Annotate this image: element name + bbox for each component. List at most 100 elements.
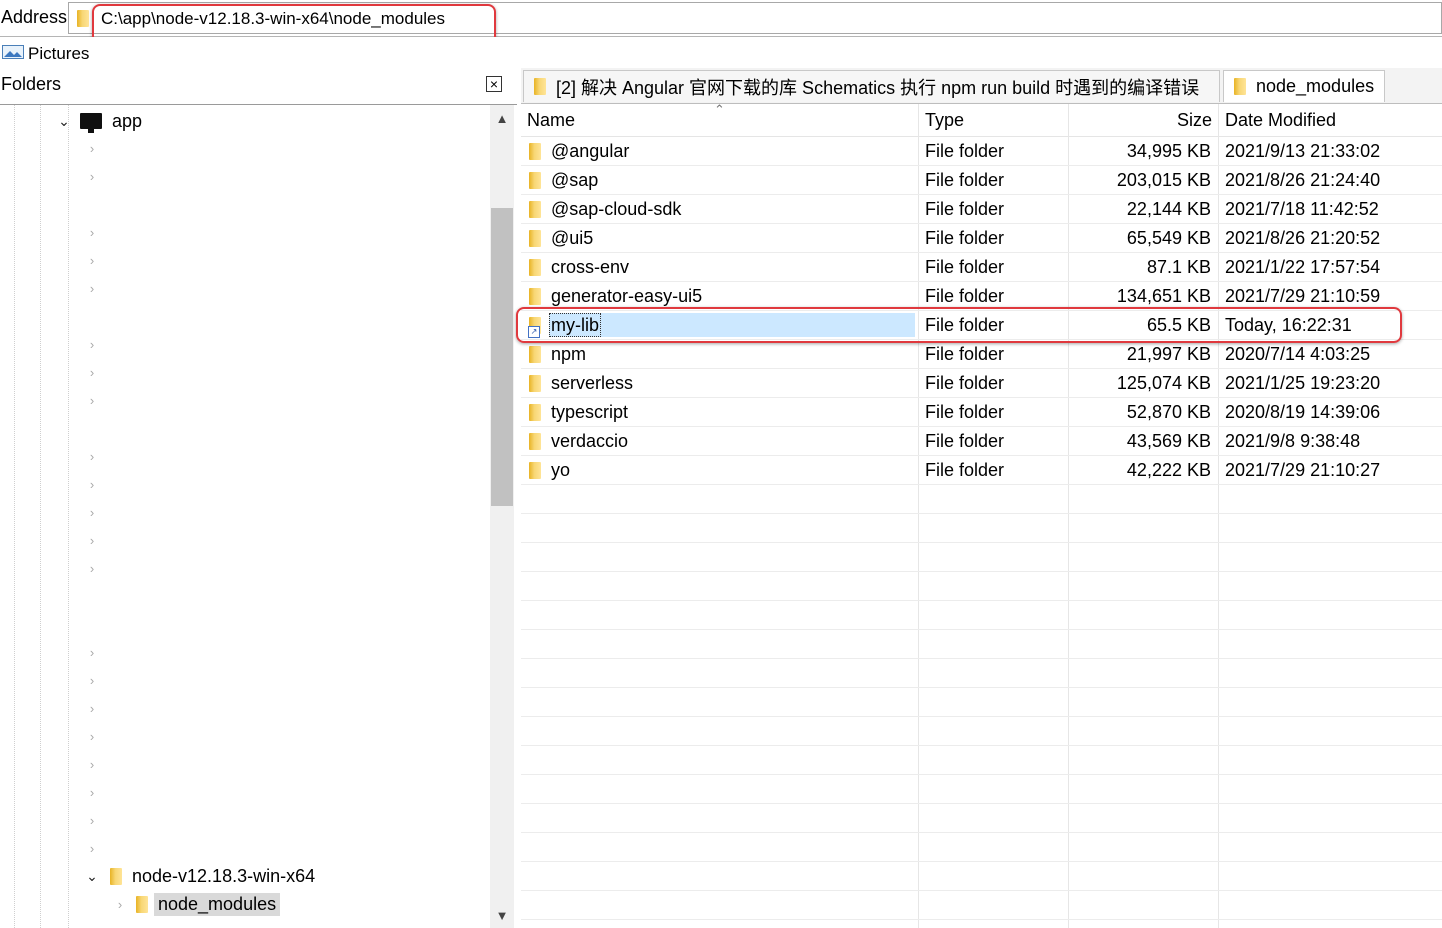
tree-item-app[interactable]: ⌄ app — [56, 107, 146, 135]
item-type: File folder — [925, 344, 1005, 364]
item-name: npm — [551, 344, 587, 364]
address-label: Address — [1, 7, 68, 27]
folder-icon — [77, 10, 89, 27]
list-item[interactable]: @ui5 File folder 65,549 KB 2021/8/26 21:… — [521, 224, 1442, 253]
item-size: 134,651 KB — [1116, 286, 1211, 306]
item-name: generator-easy-ui5 — [551, 286, 703, 306]
empty-row — [521, 688, 1442, 717]
folder-icon — [529, 201, 541, 218]
folder-icon — [529, 143, 541, 160]
tab-node-modules[interactable]: node_modules — [1223, 70, 1385, 102]
chevron-right-icon[interactable]: › — [84, 785, 100, 800]
item-date: 2021/9/8 9:38:48 — [1225, 431, 1361, 451]
item-name: typescript — [551, 402, 629, 422]
tab-label: node_modules — [1256, 76, 1375, 96]
folder-icon — [529, 433, 541, 450]
item-date: 2021/7/29 21:10:59 — [1225, 286, 1381, 306]
rename-input[interactable]: my-lib — [549, 313, 915, 337]
folder-icon — [529, 404, 541, 421]
chevron-right-icon[interactable]: › — [84, 365, 100, 380]
folder-icon — [529, 172, 541, 189]
list-item-renaming[interactable]: ↗ my-lib File folder 65.5 KB Today, 16:2… — [521, 311, 1442, 340]
chevron-right-icon[interactable]: › — [84, 477, 100, 492]
chevron-right-icon[interactable]: › — [84, 505, 100, 520]
list-item[interactable]: npm File folder 21,997 KB 2020/7/14 4:03… — [521, 340, 1442, 369]
empty-row — [521, 572, 1442, 601]
item-name: @sap-cloud-sdk — [551, 199, 682, 219]
item-type: File folder — [925, 257, 1005, 277]
tree-item-label: node_modules — [154, 892, 281, 916]
chevron-right-icon[interactable]: › — [84, 225, 100, 240]
tree-guide-line — [14, 105, 15, 928]
chevron-right-icon[interactable]: › — [84, 813, 100, 828]
list-item[interactable]: cross-env File folder 87.1 KB 2021/1/22 … — [521, 253, 1442, 282]
column-header-size[interactable]: Size — [1071, 110, 1212, 131]
chevron-right-icon[interactable]: › — [84, 729, 100, 744]
chevron-down-icon[interactable]: ⌄ — [56, 113, 72, 130]
list-item[interactable]: serverless File folder 125,074 KB 2021/1… — [521, 369, 1442, 398]
chevron-right-icon[interactable]: › — [84, 645, 100, 660]
chevron-right-icon[interactable]: › — [84, 169, 100, 184]
item-date: 2021/9/13 21:33:02 — [1225, 141, 1381, 161]
chevron-right-icon[interactable]: › — [84, 561, 100, 576]
item-size: 203,015 KB — [1116, 170, 1211, 190]
chevron-right-icon[interactable]: › — [84, 841, 100, 856]
chevron-right-icon[interactable]: › — [84, 701, 100, 716]
item-type: File folder — [925, 402, 1005, 422]
chevron-down-icon[interactable]: ⌄ — [84, 868, 100, 885]
column-header-type[interactable]: Type — [925, 110, 964, 131]
list-item[interactable]: @sap-cloud-sdk File folder 22,144 KB 202… — [521, 195, 1442, 224]
item-date: 2021/1/25 19:23:20 — [1225, 373, 1381, 393]
tree-item-label: app — [112, 110, 143, 131]
folder-icon — [529, 462, 541, 479]
tree-item-node-folder[interactable]: ⌄ node-v12.18.3-win-x64 — [84, 862, 319, 890]
item-date: 2020/7/14 4:03:25 — [1225, 344, 1371, 364]
list-item[interactable]: @angular File folder 34,995 KB 2021/9/13… — [521, 137, 1442, 166]
tree-item-label: node-v12.18.3-win-x64 — [132, 865, 316, 886]
tree-scrollbar[interactable]: ▲ ▼ — [490, 105, 514, 928]
chevron-right-icon[interactable]: › — [84, 337, 100, 352]
chevron-right-icon[interactable]: › — [84, 253, 100, 268]
chevron-right-icon[interactable]: › — [84, 449, 100, 464]
folder-icon — [534, 78, 546, 95]
empty-row — [521, 659, 1442, 688]
chevron-right-icon[interactable]: › — [84, 757, 100, 772]
chevron-right-icon[interactable]: › — [84, 673, 100, 688]
list-item[interactable]: verdaccio File folder 43,569 KB 2021/9/8… — [521, 427, 1442, 456]
item-type: File folder — [925, 315, 1005, 335]
pictures-link[interactable]: Pictures — [28, 44, 89, 64]
list-item[interactable]: generator-easy-ui5 File folder 134,651 K… — [521, 282, 1442, 311]
list-item[interactable]: @sap File folder 203,015 KB 2021/8/26 21… — [521, 166, 1442, 195]
folder-icon — [529, 375, 541, 392]
empty-row — [521, 543, 1442, 572]
chevron-right-icon[interactable]: › — [84, 533, 100, 548]
folder-icon — [110, 867, 122, 885]
list-item[interactable]: yo File folder 42,222 KB 2021/7/29 21:10… — [521, 456, 1442, 485]
shortcut-arrow-icon: ↗ — [528, 326, 540, 338]
tab-article[interactable]: [2] 解决 Angular 官网下载的库 Schematics 执行 npm … — [523, 70, 1220, 102]
list-item[interactable]: typescript File folder 52,870 KB 2020/8/… — [521, 398, 1442, 427]
chevron-right-icon[interactable]: › — [84, 393, 100, 408]
chevron-right-icon[interactable]: › — [112, 897, 128, 912]
empty-row — [521, 833, 1442, 862]
tab-label: [2] 解决 Angular 官网下载的库 Schematics 执行 npm … — [556, 77, 1200, 98]
item-type: File folder — [925, 228, 1005, 248]
scroll-up-icon[interactable]: ▲ — [490, 111, 514, 126]
item-type: File folder — [925, 141, 1005, 161]
item-size: 43,569 KB — [1126, 431, 1211, 451]
tree-guide-line — [40, 105, 41, 928]
empty-row — [521, 630, 1442, 659]
scroll-down-icon[interactable]: ▼ — [490, 908, 514, 923]
item-type: File folder — [925, 199, 1005, 219]
chevron-right-icon[interactable]: › — [84, 281, 100, 296]
folders-pane-header: Folders × — [0, 68, 517, 105]
empty-row — [521, 601, 1442, 630]
close-icon[interactable]: × — [486, 76, 502, 92]
folders-title: Folders — [1, 74, 62, 94]
tree-item-node-modules[interactable]: › node_modules — [112, 890, 281, 918]
item-size: 34,995 KB — [1126, 141, 1211, 161]
column-header-name[interactable]: Name — [527, 110, 575, 131]
chevron-right-icon[interactable]: › — [84, 141, 100, 156]
scroll-thumb[interactable] — [491, 208, 513, 506]
column-header-date[interactable]: Date Modified — [1225, 110, 1336, 131]
